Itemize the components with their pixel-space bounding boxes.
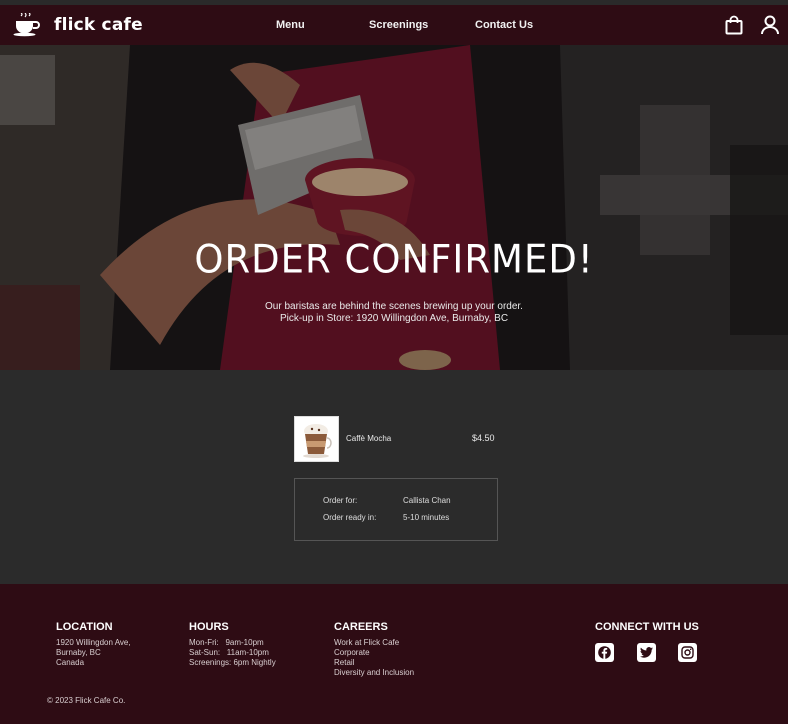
hours-line: Sat-Sun: 11am-10pm — [189, 648, 269, 657]
item-price: $4.50 — [472, 433, 495, 443]
hours-line: Screenings: 6pm Nightly — [189, 658, 276, 667]
ready-in-label: Order ready in: — [323, 513, 377, 522]
navbar: flick cafe Menu Screenings Contact Us — [0, 5, 788, 45]
ready-in-value: 5-10 minutes — [403, 513, 450, 522]
pickup-location: Pick-up in Store: 1920 Willingdon Ave, B… — [279, 313, 509, 324]
nav-screenings[interactable]: Screenings — [369, 19, 428, 31]
careers-link-retail[interactable]: Retail — [334, 658, 354, 668]
location-line: Canada — [56, 658, 85, 667]
brand-name: flick cafe — [54, 15, 143, 35]
page-title: ORDER CONFIRMED! — [194, 236, 594, 283]
careers-heading: CAREERS — [334, 621, 388, 633]
nav-menu[interactable]: Menu — [276, 19, 305, 31]
coffee-cup-icon — [13, 13, 40, 37]
location-line: Burnaby, BC — [56, 648, 101, 657]
order-for-value: Callista Chan — [403, 496, 451, 505]
order-for-label: Order for: — [323, 496, 358, 505]
item-name: Caffè Mocha — [346, 434, 392, 443]
hero-message: Our baristas are behind the scenes brewi… — [265, 301, 523, 312]
twitter-icon[interactable] — [637, 643, 656, 662]
location-heading: LOCATION — [56, 621, 113, 633]
user-profile-icon[interactable] — [761, 15, 779, 40]
caffe-mocha-image — [294, 416, 339, 462]
careers-link-diversity[interactable]: Diversity and Inclusion — [334, 668, 414, 678]
hero-banner: ORDER CONFIRMED! Our baristas are behind… — [0, 45, 788, 370]
connect-heading: CONNECT WITH US — [595, 621, 699, 633]
careers-link-work[interactable]: Work at Flick Cafe — [334, 638, 399, 648]
nav-contact-us[interactable]: Contact Us — [475, 19, 533, 31]
logo[interactable]: flick cafe — [13, 13, 143, 37]
order-details-box: Order for: Callista Chan Order ready in:… — [294, 478, 498, 541]
location-line: 1920 Willingdon Ave, — [56, 638, 131, 647]
footer: LOCATION 1920 Willingdon Ave, Burnaby, B… — [0, 584, 788, 724]
order-item: Caffè Mocha $4.50 — [294, 416, 498, 462]
careers-link-corporate[interactable]: Corporate — [334, 648, 370, 658]
shopping-bag-icon[interactable] — [725, 15, 743, 40]
instagram-icon[interactable] — [678, 643, 697, 662]
hours-line: Mon-Fri: 9am-10pm — [189, 638, 264, 647]
hours-heading: HOURS — [189, 621, 229, 633]
facebook-icon[interactable] — [595, 643, 614, 662]
copyright: © 2023 Flick Cafe Co. — [47, 696, 126, 705]
